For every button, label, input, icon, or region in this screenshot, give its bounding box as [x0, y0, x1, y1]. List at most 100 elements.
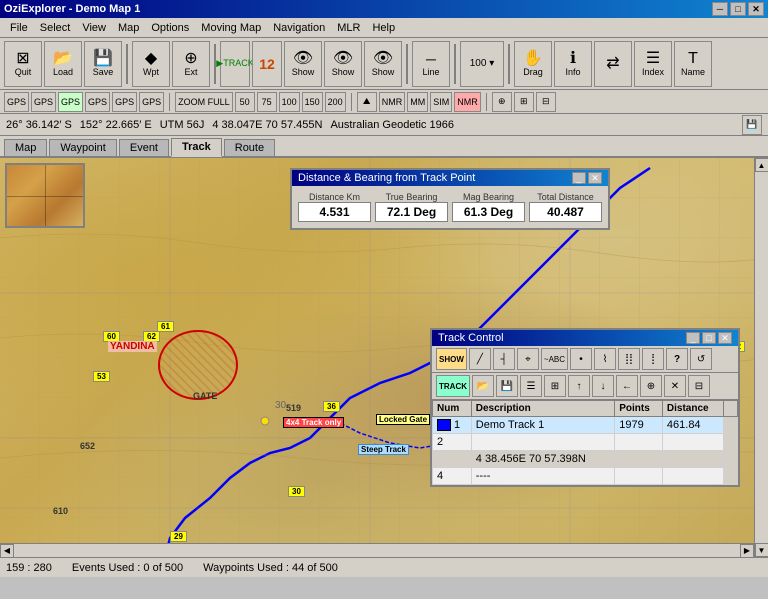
drag-button[interactable]: ✋ Drag: [514, 41, 552, 87]
name-button[interactable]: T Name: [674, 41, 712, 87]
track-info-btn[interactable]: ⊕: [640, 375, 662, 397]
gps-btn-3[interactable]: GPS: [58, 92, 83, 112]
route-sign-53: 53: [93, 371, 110, 382]
gps-btn-1[interactable]: GPS: [4, 92, 29, 112]
maximize-button[interactable]: □: [730, 2, 746, 16]
elevation-btn[interactable]: ⛰: [357, 92, 377, 112]
track-show-button[interactable]: SHOW: [436, 348, 467, 370]
zoom-full-button[interactable]: ZOOM FULL: [175, 92, 233, 112]
nmr-btn[interactable]: NMR: [379, 92, 406, 112]
thumbnail-map[interactable]: [5, 163, 85, 228]
index-button[interactable]: ☰ Index: [634, 41, 672, 87]
waypoint-locked-gate[interactable]: Locked Gate: [376, 414, 430, 425]
track-left-btn[interactable]: ←: [616, 375, 638, 397]
menu-moving-map[interactable]: Moving Map: [195, 20, 267, 36]
waypoint-steep-track[interactable]: Steep Track: [358, 444, 409, 455]
track-load-btn[interactable]: 📂: [472, 375, 494, 397]
gps-btn-12[interactable]: 12: [252, 41, 282, 87]
track-control-maximize[interactable]: □: [702, 332, 716, 344]
menu-navigation[interactable]: Navigation: [267, 20, 331, 36]
track-tool-8[interactable]: ⁞: [642, 348, 664, 370]
map-scrollbar-horizontal[interactable]: ◀ ▶: [0, 543, 754, 557]
track-tool-3[interactable]: ⌖: [517, 348, 539, 370]
gps-btn-5[interactable]: GPS: [112, 92, 137, 112]
menu-view[interactable]: View: [76, 20, 112, 36]
track-list-btn[interactable]: ☰: [520, 375, 542, 397]
close-button[interactable]: ✕: [748, 2, 764, 16]
dist-popup-minimize[interactable]: _: [572, 172, 586, 184]
info-button[interactable]: ℹ Info: [554, 41, 592, 87]
menu-options[interactable]: Options: [145, 20, 195, 36]
tab-route[interactable]: Route: [224, 139, 275, 156]
scroll-up-button[interactable]: ▲: [755, 158, 768, 172]
track-up-btn[interactable]: ↑: [568, 375, 590, 397]
grid-btn[interactable]: ⊞: [514, 92, 534, 112]
show-button-3[interactable]: 👁 Show: [364, 41, 402, 87]
menu-file[interactable]: File: [4, 20, 34, 36]
track-tool-reset[interactable]: ↺: [690, 348, 712, 370]
menu-mlr[interactable]: MLR: [331, 20, 366, 36]
line-icon: ─: [426, 51, 436, 67]
track-row-1[interactable]: 1 Demo Track 1 1979 461.84: [433, 417, 738, 434]
track-delete-btn[interactable]: ✕: [664, 375, 686, 397]
track-tool-help[interactable]: ?: [666, 348, 688, 370]
track-tool-5[interactable]: •: [570, 348, 592, 370]
wpt-button[interactable]: ◆ Wpt: [132, 41, 170, 87]
track-tool-7[interactable]: ⁞⁞: [618, 348, 640, 370]
map-area[interactable]: 30 62 61 60 53 38 36 43 51 52 30 29 28 2…: [0, 158, 768, 557]
track-tool-4[interactable]: ~ABC: [541, 348, 568, 370]
grid-btn-2[interactable]: ⊟: [536, 92, 556, 112]
scroll-left-button[interactable]: ◀: [0, 544, 14, 558]
menu-select[interactable]: Select: [34, 20, 77, 36]
scroll-down-button[interactable]: ▼: [755, 543, 768, 557]
tab-track[interactable]: Track: [171, 138, 222, 157]
track-row-3[interactable]: 4 38.456E 70 57.398N: [433, 451, 738, 468]
track-tool-1[interactable]: ╱: [469, 348, 491, 370]
menu-help[interactable]: Help: [366, 20, 401, 36]
track-down-btn[interactable]: ↓: [592, 375, 614, 397]
dist-popup-close[interactable]: ✕: [588, 172, 602, 184]
track-control-minimize[interactable]: _: [686, 332, 700, 344]
quit-button[interactable]: ⊠ Quit: [4, 41, 42, 87]
track-track-button[interactable]: TRACK: [436, 375, 470, 397]
track-tool-2[interactable]: ┤: [493, 348, 515, 370]
minimize-button[interactable]: ─: [712, 2, 728, 16]
zoom-button[interactable]: 100 ▾: [460, 41, 504, 87]
ext-button[interactable]: ⊕ Ext: [172, 41, 210, 87]
save-button[interactable]: 💾 Save: [84, 41, 122, 87]
track-control-close[interactable]: ✕: [718, 332, 732, 344]
waypoint-track-only[interactable]: 4x4 Track only: [283, 417, 344, 428]
show-button-1[interactable]: 👁 Show: [284, 41, 322, 87]
show-button-2[interactable]: 👁 Show: [324, 41, 362, 87]
mm-btn[interactable]: MM: [407, 92, 428, 112]
move-left-btn[interactable]: ⊕: [492, 92, 512, 112]
track-save-btn[interactable]: 💾: [496, 375, 518, 397]
zoom-200-button[interactable]: 200: [325, 92, 346, 112]
gps-btn-6[interactable]: GPS: [139, 92, 164, 112]
sim-btn[interactable]: SIM: [430, 92, 452, 112]
scroll-right-button[interactable]: ▶: [740, 544, 754, 558]
gps-btn-4[interactable]: GPS: [85, 92, 110, 112]
track-btn-1[interactable]: ▶TRACK: [220, 41, 250, 87]
menu-map[interactable]: Map: [112, 20, 145, 36]
gps-btn-2[interactable]: GPS: [31, 92, 56, 112]
track-row-4[interactable]: 4 ----: [433, 468, 738, 485]
track-more-btn[interactable]: ⊟: [688, 375, 710, 397]
arrows-button[interactable]: ⇄: [594, 41, 632, 87]
track-export-btn[interactable]: ⊞: [544, 375, 566, 397]
nmr-btn-2[interactable]: NMR: [454, 92, 481, 112]
map-scrollbar-vertical[interactable]: ▲ ▼: [754, 158, 768, 557]
save-coords-button[interactable]: 💾: [742, 115, 762, 135]
svg-text:30: 30: [275, 400, 287, 411]
load-button[interactable]: 📂 Load: [44, 41, 82, 87]
line-button[interactable]: ─ Line: [412, 41, 450, 87]
tab-event[interactable]: Event: [119, 139, 169, 156]
zoom-100-button[interactable]: 100: [279, 92, 300, 112]
track-tool-6[interactable]: ⌇: [594, 348, 616, 370]
zoom-50-button[interactable]: 50: [235, 92, 255, 112]
tab-map[interactable]: Map: [4, 139, 47, 156]
tab-waypoint[interactable]: Waypoint: [49, 139, 116, 156]
zoom-150-button[interactable]: 150: [302, 92, 323, 112]
zoom-75-button[interactable]: 75: [257, 92, 277, 112]
track-row-2[interactable]: 2: [433, 434, 738, 451]
